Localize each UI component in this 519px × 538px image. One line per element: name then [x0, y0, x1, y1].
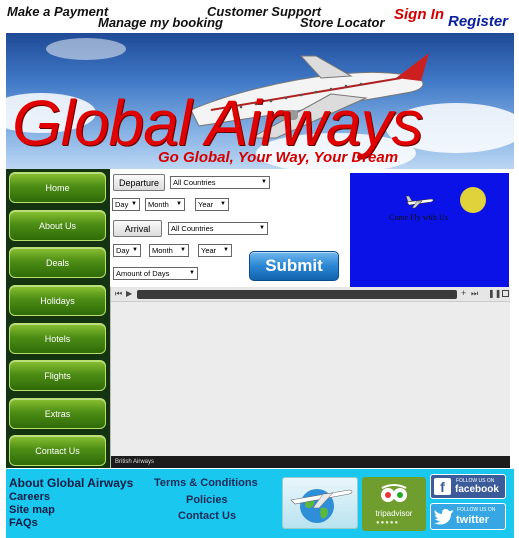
- sidebar-item-label: Holidays: [40, 295, 75, 306]
- select-value: All Countries: [173, 178, 216, 187]
- select-value: Year: [201, 246, 217, 255]
- twitter-follow-text: FOLLOW US ON: [457, 507, 496, 513]
- sidebar-item-hotels[interactable]: Hotels: [9, 323, 106, 354]
- submit-button[interactable]: Submit: [249, 251, 339, 281]
- video-caption: British Airways: [111, 456, 510, 468]
- footer-contact-link[interactable]: Contact Us: [178, 510, 236, 522]
- departure-year-select[interactable]: Year ▼: [195, 198, 229, 211]
- tripadvisor-label: tripadvisor: [375, 509, 413, 518]
- small-plane-icon: [405, 195, 434, 209]
- make-payment-link[interactable]: Make a Payment: [7, 4, 108, 19]
- twitter-bird-icon: [434, 508, 453, 525]
- footer-about-link[interactable]: About Global Airways: [9, 476, 133, 490]
- travel-globe-badge[interactable]: [282, 477, 358, 529]
- arrival-country-select[interactable]: All Countries ▼: [168, 222, 268, 235]
- brand-tagline: Go Global, Your Way, Your Dream: [158, 149, 399, 166]
- manage-booking-link[interactable]: Manage my booking: [98, 15, 223, 30]
- chevron-down-icon: ▼: [132, 247, 138, 253]
- sun-icon: [460, 187, 486, 213]
- globe-icon: [290, 489, 353, 523]
- sidebar-item-contact-us[interactable]: Contact Us: [9, 435, 106, 466]
- sidebar-item-home[interactable]: Home: [9, 172, 106, 203]
- chevron-down-icon: ▼: [189, 270, 195, 276]
- chevron-down-icon: ▼: [176, 201, 182, 207]
- zoom-in-icon[interactable]: +: [461, 288, 466, 298]
- promo-panel: Come Fly with Us: [350, 173, 509, 287]
- brand-title: Global Airways: [12, 87, 423, 159]
- arrival-day-select[interactable]: Day ▼: [113, 244, 141, 257]
- sidebar-item-deals[interactable]: Deals: [9, 247, 106, 278]
- twitter-follow-button[interactable]: FOLLOW US ON twitter: [430, 503, 506, 530]
- footer-careers-link[interactable]: Careers: [9, 491, 50, 503]
- sidebar: Home About Us Deals Holidays Hotels Flig…: [6, 169, 110, 468]
- select-value: All Countries: [171, 224, 214, 233]
- cloud-shape: [46, 38, 126, 60]
- sidebar-item-holidays[interactable]: Holidays: [9, 285, 106, 316]
- sidebar-item-label: Hotels: [44, 333, 71, 344]
- select-value: Day: [116, 246, 130, 255]
- sidebar-item-label: Contact Us: [35, 445, 80, 456]
- player-controls: ⏮ ▶ + ⏭ ❚❚: [111, 287, 510, 302]
- footer-terms-link[interactable]: Terms & Conditions: [154, 477, 258, 489]
- amount-of-days-select[interactable]: Amount of Days ▼: [113, 267, 198, 280]
- twitter-label: twitter: [456, 514, 489, 526]
- sidebar-item-label: Extras: [44, 408, 71, 419]
- select-value: Year: [198, 200, 214, 209]
- sidebar-item-label: About Us: [38, 220, 77, 231]
- sidebar-item-flights[interactable]: Flights: [9, 360, 106, 391]
- chevron-down-icon: ▼: [131, 201, 137, 207]
- sidebar-item-label: Home: [45, 182, 70, 193]
- store-locator-link[interactable]: Store Locator: [300, 15, 385, 30]
- chevron-down-icon: ▼: [259, 225, 265, 231]
- sidebar-item-label: Flights: [44, 370, 71, 381]
- forward-icon[interactable]: ⏭: [471, 289, 478, 299]
- footer-policies-link[interactable]: Policies: [186, 494, 228, 506]
- select-value: Day: [115, 200, 129, 209]
- seek-bar[interactable]: [137, 290, 457, 299]
- select-value: Amount of Days: [116, 269, 170, 278]
- sign-in-link[interactable]: Sign In: [394, 6, 444, 23]
- arrival-month-select[interactable]: Month ▼: [149, 244, 189, 257]
- fullscreen-icon[interactable]: [502, 290, 509, 297]
- departure-day-select[interactable]: Day ▼: [112, 198, 140, 211]
- chevron-down-icon: ▼: [180, 247, 186, 253]
- sidebar-item-extras[interactable]: Extras: [9, 398, 106, 429]
- play-icon[interactable]: ▶: [126, 289, 132, 298]
- pause-icon[interactable]: ❚❚: [488, 289, 501, 298]
- booking-form: Departure All Countries ▼ Day ▼ Month ▼ Yea…: [110, 169, 350, 287]
- video-player: ⏮ ▶ + ⏭ ❚❚ British Airways: [110, 287, 510, 468]
- departure-button[interactable]: Departure: [113, 174, 165, 191]
- sidebar-item-about-us[interactable]: About Us: [9, 210, 106, 241]
- rewind-icon[interactable]: ⏮: [115, 289, 122, 299]
- sidebar-item-label: Deals: [45, 257, 69, 268]
- facebook-icon: f: [434, 478, 451, 495]
- footer-faqs-link[interactable]: FAQs: [9, 517, 38, 529]
- owl-icon: [381, 484, 407, 502]
- arrival-year-select[interactable]: Year ▼: [198, 244, 232, 257]
- select-value: Month: [152, 246, 173, 255]
- tripadvisor-badge[interactable]: tripadvisor ●●●●●: [362, 477, 426, 531]
- footer-site-map-link[interactable]: Site map: [9, 504, 55, 516]
- promo-text: Come Fly with Us: [389, 213, 448, 222]
- banner: Global Airways Go Global, Your Way, Your…: [6, 33, 514, 169]
- departure-month-select[interactable]: Month ▼: [145, 198, 185, 211]
- facebook-label: facebook: [455, 484, 499, 495]
- footer: About Global Airways Careers Site map FA…: [6, 469, 514, 538]
- departure-country-select[interactable]: All Countries ▼: [170, 176, 270, 189]
- select-value: Month: [148, 200, 169, 209]
- chevron-down-icon: ▼: [261, 179, 267, 185]
- chevron-down-icon: ▼: [220, 201, 226, 207]
- facebook-follow-button[interactable]: f FOLLOW US ON facebook: [430, 474, 506, 499]
- register-link[interactable]: Register: [448, 13, 508, 30]
- arrival-button[interactable]: Arrival: [113, 220, 162, 237]
- rating-dots-icon: ●●●●●: [376, 520, 400, 526]
- chevron-down-icon: ▼: [223, 247, 229, 253]
